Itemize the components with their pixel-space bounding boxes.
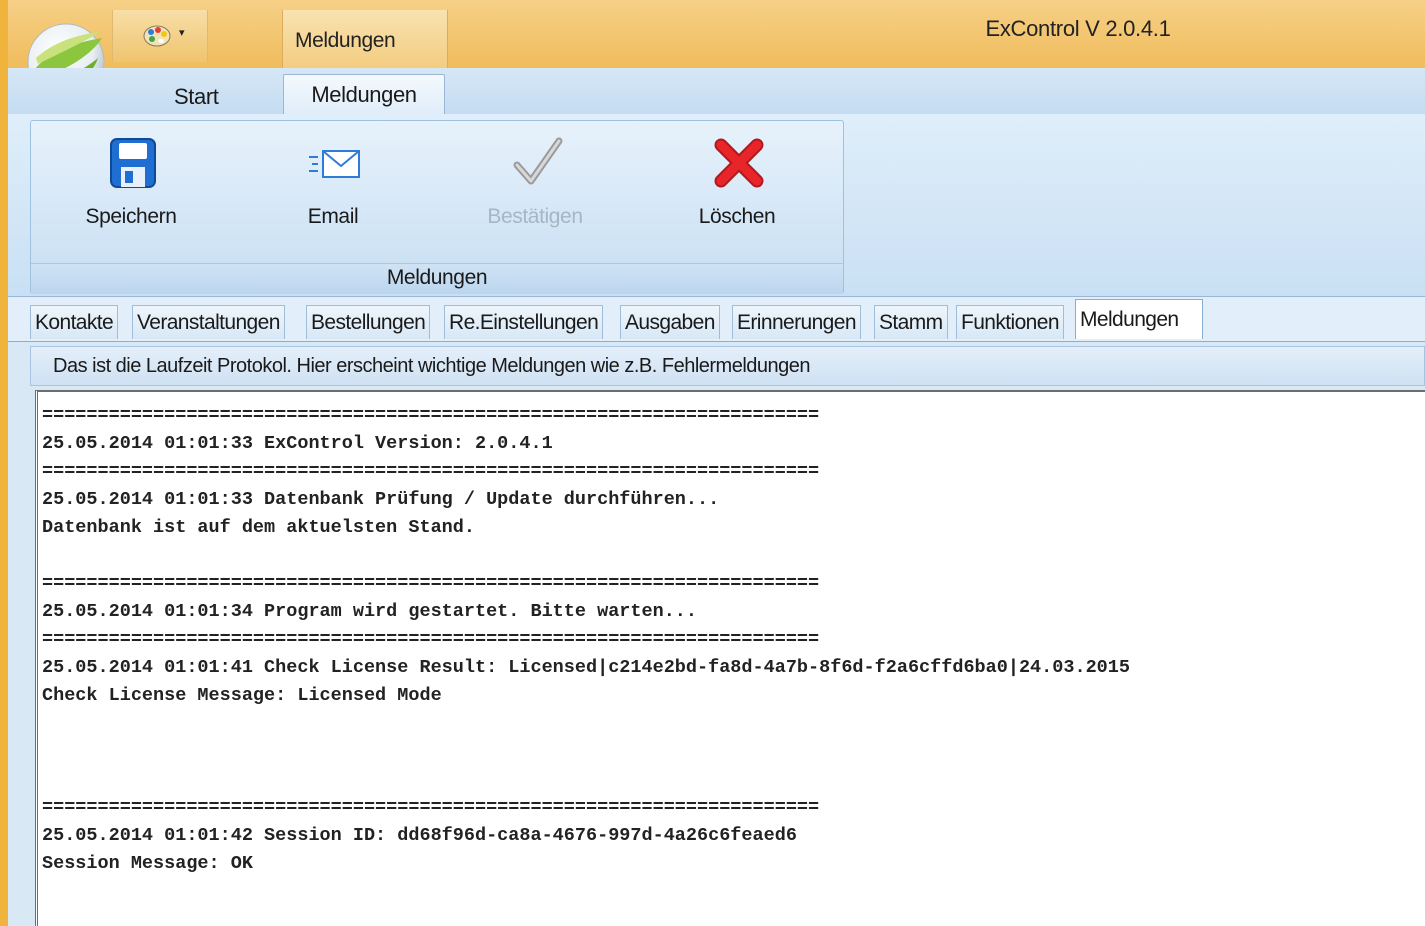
save-button[interactable]: Speichern: [41, 121, 221, 261]
quick-access-toolbar[interactable]: ▾: [112, 10, 208, 62]
ribbon-group-label: Meldungen: [31, 263, 843, 294]
delete-x-icon: [714, 138, 764, 188]
palette-icon[interactable]: [143, 24, 171, 48]
log-line: [42, 766, 1130, 794]
context-tab-label: Meldungen: [295, 29, 396, 52]
log-line: ========================================…: [42, 629, 820, 650]
info-text: Das ist die Laufzeit Protokol. Hier ersc…: [53, 355, 811, 377]
log-line: ========================================…: [42, 573, 820, 594]
log-line: ========================================…: [42, 405, 820, 426]
application-window: ▾ Meldungen ExControl V 2.0.4.1 Start Me…: [8, 0, 1425, 926]
confirm-button[interactable]: Bestätigen: [445, 121, 625, 261]
log-line: [42, 738, 1130, 766]
window-title: ExControl V 2.0.4.1: [985, 16, 1171, 41]
checkmark-icon: [513, 137, 563, 185]
tab-stamm[interactable]: Stamm: [874, 305, 948, 339]
tab-ausgaben[interactable]: Ausgaben: [620, 305, 720, 339]
tab-kontakte[interactable]: Kontakte: [30, 305, 119, 339]
email-button[interactable]: Email: [243, 121, 423, 261]
title-bar: ▾ Meldungen ExControl V 2.0.4.1: [8, 0, 1425, 101]
log-line: Check License Message: Licensed Mode: [42, 685, 442, 706]
log-lines: ========================================…: [42, 402, 1130, 878]
log-line: 25.05.2014 01:01:34 Program wird gestart…: [42, 601, 698, 622]
log-line: ========================================…: [42, 797, 820, 818]
save-button-label: Speichern: [85, 205, 177, 228]
tab-erinnerungen[interactable]: Erinnerungen: [732, 305, 861, 339]
tab-veranstaltungen[interactable]: Veranstaltungen: [132, 305, 285, 339]
ribbon-tab-bar: Start Meldungen: [8, 68, 1425, 115]
tab-bestellungen[interactable]: Bestellungen: [306, 305, 431, 339]
context-tab-header: Meldungen: [282, 10, 448, 68]
save-icon: [110, 138, 156, 188]
qat-dropdown-arrow-icon[interactable]: ▾: [179, 26, 185, 39]
document-tab-strip: Kontakte Veranstaltungen Bestellungen Re…: [8, 297, 1425, 342]
delete-button[interactable]: Löschen: [647, 121, 827, 261]
email-icon: [309, 150, 360, 178]
log-line: [42, 710, 1130, 738]
tab-re-einstellungen[interactable]: Re.Einstellungen: [444, 305, 604, 339]
log-line: Session Message: OK: [42, 853, 253, 874]
log-line: Datenbank ist auf dem aktuelsten Stand.: [42, 517, 475, 538]
log-line: [42, 542, 1130, 570]
ribbon-panel: Speichern Email Bestätigen Löschen Meldu…: [8, 114, 1425, 297]
log-line: ========================================…: [42, 461, 820, 482]
tab-meldungen[interactable]: Meldungen: [1075, 299, 1203, 339]
log-line: 25.05.2014 01:01:33 ExControl Version: 2…: [42, 433, 553, 454]
tab-funktionen[interactable]: Funktionen: [956, 305, 1064, 339]
ribbon-group-meldungen: Speichern Email Bestätigen Löschen Meldu…: [30, 120, 844, 294]
ribbon-tab-meldungen[interactable]: Meldungen: [283, 74, 445, 115]
confirm-button-label: Bestätigen: [487, 205, 583, 228]
log-textarea[interactable]: ========================================…: [35, 390, 1425, 926]
info-bar: Das ist die Laufzeit Protokol. Hier ersc…: [30, 346, 1425, 386]
delete-button-label: Löschen: [698, 205, 776, 228]
log-line: 25.05.2014 01:01:33 Datenbank Prüfung / …: [42, 489, 720, 510]
log-line: 25.05.2014 01:01:42 Session ID: dd68f96d…: [42, 825, 797, 846]
email-button-label: Email: [307, 205, 359, 228]
log-line: 25.05.2014 01:01:41 Check License Result…: [42, 657, 1130, 678]
